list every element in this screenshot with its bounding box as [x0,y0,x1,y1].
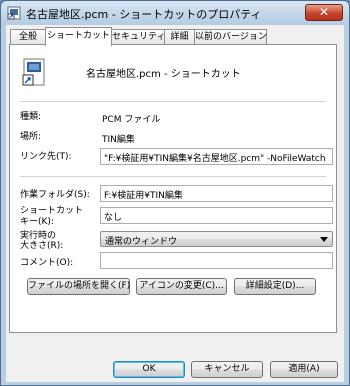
shortcut-file-icon [22,58,45,86]
ok-button[interactable]: OK [113,361,185,378]
shortcut-file-name: 名古屋地区.pcm - ショートカット [86,69,241,80]
tab-previous-versions[interactable]: 以前のバージョン [194,29,267,45]
location-label: 場所: [20,132,42,142]
chevron-down-icon [320,237,328,242]
location-value: TIN編集 [102,135,135,145]
start-in-field[interactable]: F:¥検証用¥TIN編集 [100,185,333,202]
divider [20,176,326,177]
change-icon-button[interactable]: アイコンの変更(C)... [136,278,227,295]
type-label: 種類: [20,112,42,122]
shortcut-file-icon [7,6,21,20]
dialog-client: 全般 ショートカット セキュリティ 詳細 以前のバージョン 名古屋地区.pcm … [6,25,344,382]
close-button[interactable]: ✕ [305,4,343,21]
window-title: 名古屋地区.pcm - ショートカットのプロパティ [26,8,262,21]
tab-general[interactable]: 全般 [10,29,46,45]
close-icon: ✕ [318,5,330,19]
shortcut-key-label-line2: キー(K): [20,217,54,227]
shortcut-key-field[interactable]: なし [100,207,333,224]
apply-button[interactable]: 適用(A) [270,361,338,378]
properties-window: 名古屋地区.pcm - ショートカットのプロパティ ✕ 全般 ショートカット セ… [0,0,350,386]
shortcut-key-label-line1: ショートカット [20,206,84,216]
tab-security[interactable]: セキュリティ [111,29,165,45]
cancel-button[interactable]: キャンセル [191,361,263,378]
start-in-label: 作業フォルダ(S): [20,190,90,200]
target-label: リンク先(T): [20,152,72,162]
run-label-line2: 大きさ(R): [20,241,64,251]
type-value: PCM ファイル [102,115,161,125]
shortcut-tab-panel: 名古屋地区.pcm - ショートカット 種類: PCM ファイル 場所: TIN… [9,44,337,333]
tab-shortcut[interactable]: ショートカット [45,27,112,46]
comment-field[interactable] [100,252,333,269]
divider [20,101,326,102]
tab-details[interactable]: 詳細 [164,29,195,45]
run-window-select-value: 通常のウィンドウ [105,237,178,247]
comment-label: コメント(O): [20,258,74,268]
title-bar[interactable]: 名古屋地区.pcm - ショートカットのプロパティ ✕ [1,1,349,25]
run-window-select[interactable]: 通常のウィンドウ [100,231,333,247]
target-field[interactable]: "F:¥検証用¥TIN編集¥名古屋地区.pcm" -NoFileWatch [100,148,333,165]
open-file-location-button[interactable]: ファイルの場所を開く(F) [27,278,130,295]
advanced-button[interactable]: 詳細設定(D)... [234,278,316,295]
